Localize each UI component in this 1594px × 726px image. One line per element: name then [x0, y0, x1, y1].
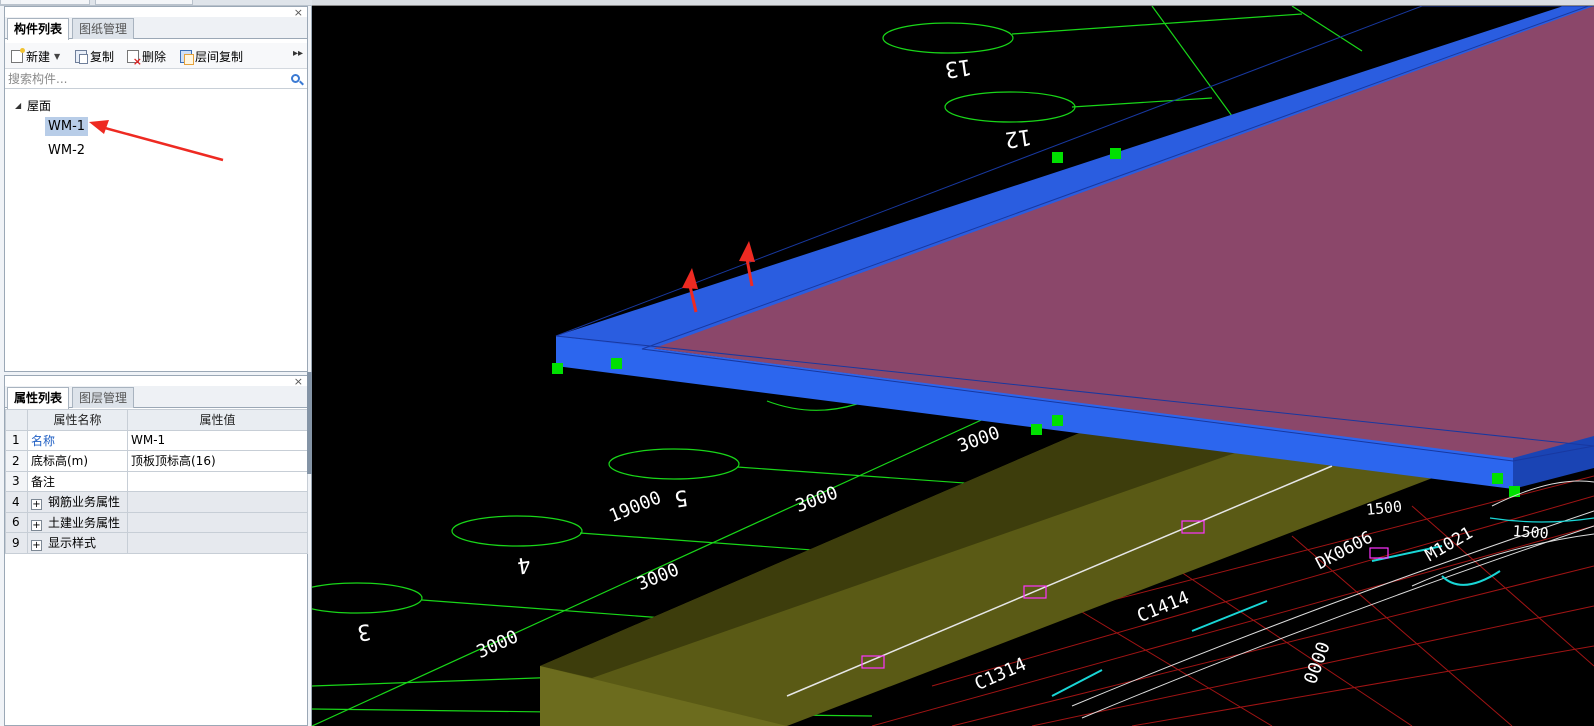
table-row[interactable]: 4 + 钢筋业务属性	[5, 491, 308, 513]
chevron-down-icon[interactable]: ▼	[54, 52, 60, 61]
axis-bubble-13-label: 13	[943, 53, 974, 82]
table-row[interactable]: 6 + 土建业务属性	[5, 511, 308, 533]
table-row[interactable]: 1 名称 WM-1	[5, 429, 308, 451]
search-icon[interactable]	[291, 74, 300, 83]
tab-drawing-management[interactable]: 图纸管理	[72, 18, 135, 39]
axis-bubble-4	[451, 515, 583, 547]
copy-button[interactable]: 复制	[75, 47, 114, 65]
tab-component-list[interactable]: 构件列表	[7, 18, 70, 40]
row-number: 2	[5, 450, 28, 472]
property-list-panel: × 属性列表 图层管理 属性名称 属性值 1 名称 WM-1 2 底标高(m) …	[4, 375, 308, 726]
expand-plus-icon[interactable]: +	[31, 540, 42, 552]
delete-icon	[127, 49, 142, 67]
tab-property-list[interactable]: 属性列表	[7, 387, 70, 409]
floor-copy-button-label: 层间复制	[195, 49, 244, 64]
axis-bubble-3	[312, 582, 423, 614]
tree-item-wm-2[interactable]: WM-2	[45, 141, 88, 160]
expand-plus-icon[interactable]: +	[31, 519, 42, 531]
row-number: 6	[5, 511, 28, 533]
tab-layer-management[interactable]: 图层管理	[72, 387, 135, 408]
tree-root-label: 屋面	[27, 98, 52, 113]
property-value-cell	[127, 491, 308, 513]
top-mini-tab[interactable]	[0, 0, 90, 5]
table-row[interactable]: 9 + 显示样式	[5, 532, 308, 554]
property-group-cell: + 显示样式	[27, 532, 128, 554]
dimension-label: 1500	[1512, 522, 1550, 543]
property-panel-tabs: 属性列表 图层管理	[5, 386, 307, 409]
property-table: 属性名称 属性值 1 名称 WM-1 2 底标高(m) 顶板顶标高(16) 3 …	[5, 409, 308, 554]
row-number: 1	[5, 429, 28, 451]
delete-button-label: 删除	[142, 49, 167, 64]
component-panel-tabs: 构件列表 图纸管理	[5, 17, 307, 40]
row-number: 3	[5, 470, 28, 492]
grip-point[interactable]	[1492, 473, 1503, 484]
component-toolbar: 新建 ▼ 复制 删除 层间复制 ▸▸	[5, 43, 307, 69]
toolbar-overflow-button[interactable]: ▸▸	[293, 48, 303, 59]
delete-button[interactable]: 删除	[127, 47, 167, 67]
axis-bubble-5	[608, 448, 740, 480]
annotation-arrow-shaft	[104, 126, 224, 162]
grip-point[interactable]	[552, 363, 563, 374]
new-button-label: 新建	[26, 49, 51, 64]
grip-point[interactable]	[1052, 152, 1063, 163]
model-canvas[interactable]	[312, 6, 1594, 726]
property-group-label: 钢筋业务属性	[48, 495, 121, 510]
property-group-cell: + 钢筋业务属性	[27, 491, 128, 513]
property-value-cell	[127, 532, 308, 554]
tree-item-wm-1[interactable]: WM-1	[45, 117, 89, 136]
property-value-cell[interactable]	[127, 470, 308, 492]
row-number: 4	[5, 491, 28, 513]
floor-copy-button[interactable]: 层间复制	[180, 47, 243, 65]
axis-bubble-12-label: 12	[1003, 123, 1034, 152]
grip-point[interactable]	[1110, 148, 1121, 159]
row-number-header	[5, 409, 28, 431]
grip-point[interactable]	[1052, 415, 1063, 426]
property-table-header: 属性名称 属性值	[5, 409, 308, 431]
property-value-header: 属性值	[127, 409, 308, 431]
property-name-cell: 备注	[27, 470, 128, 492]
property-value-cell	[127, 511, 308, 533]
floor-copy-icon	[180, 49, 194, 65]
axis-bubble-13	[882, 22, 1014, 54]
property-group-cell: + 土建业务属性	[27, 511, 128, 533]
property-group-label: 显示样式	[48, 536, 97, 551]
property-group-label: 土建业务属性	[48, 515, 121, 530]
copy-icon	[75, 49, 88, 64]
table-row[interactable]: 3 备注	[5, 470, 308, 492]
expand-plus-icon[interactable]: +	[31, 499, 42, 511]
new-button[interactable]: 新建 ▼	[11, 47, 60, 65]
3d-viewport[interactable]: 13 12 5 4 3 3000 19000 3000 3000 3000 15…	[312, 6, 1594, 726]
component-list-panel: × 构件列表 图纸管理 新建 ▼ 复制 删除 层间复制 ▸▸	[4, 6, 308, 372]
copy-button-label: 复制	[90, 49, 115, 64]
row-number: 9	[5, 532, 28, 554]
left-dock: × 构件列表 图纸管理 新建 ▼ 复制 删除 层间复制 ▸▸	[0, 6, 312, 726]
property-name-cell: 名称	[27, 429, 128, 451]
property-value-cell[interactable]: WM-1	[127, 429, 308, 451]
property-value-cell[interactable]: 顶板顶标高(16)	[127, 450, 308, 472]
tree-root-roof[interactable]: ◢ 屋面	[15, 97, 51, 113]
axis-bubble-12	[944, 91, 1076, 123]
collapse-triangle-icon[interactable]: ◢	[15, 101, 23, 110]
new-file-icon	[11, 47, 25, 63]
property-name-cell: 底标高(m)	[27, 450, 128, 472]
arrow-up-icon	[682, 268, 698, 289]
property-name-header: 属性名称	[27, 409, 128, 431]
component-search	[5, 70, 307, 89]
dimension-label: 1500	[1365, 497, 1403, 519]
grip-point[interactable]	[611, 358, 622, 369]
annotation-arrow-head	[89, 120, 109, 134]
table-row[interactable]: 2 底标高(m) 顶板顶标高(16)	[5, 450, 308, 472]
search-input[interactable]	[5, 70, 275, 88]
top-mini-tab[interactable]	[95, 0, 193, 5]
arrow-up-icon	[739, 241, 755, 262]
grip-point[interactable]	[1031, 424, 1042, 435]
